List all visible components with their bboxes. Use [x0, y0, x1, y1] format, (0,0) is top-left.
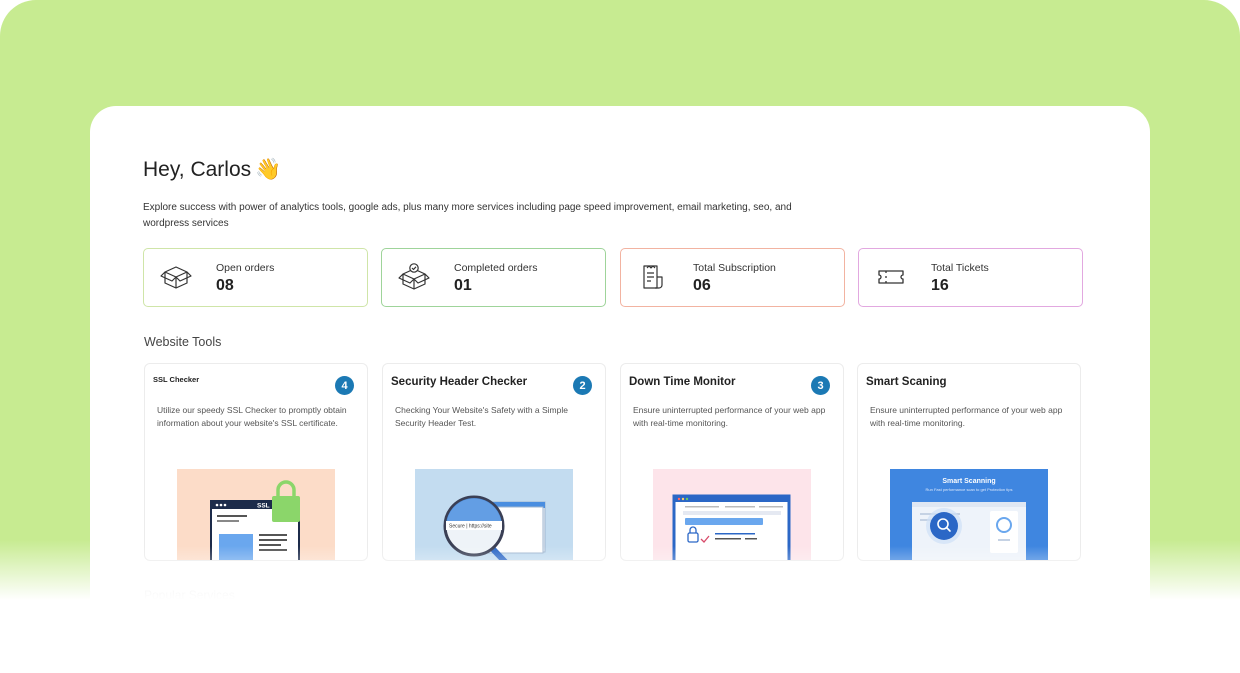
security-header-illustration: Secure | https://site [415, 469, 573, 560]
ssl-thumb-label: SSL [257, 503, 270, 510]
stat-value: 06 [693, 277, 711, 294]
stat-card-total-tickets[interactable]: Total Tickets 16 [858, 248, 1083, 307]
tool-card-smart-scaning[interactable]: Smart Scaning Ensure uninterrupted perfo… [857, 363, 1081, 561]
receipt-icon [643, 265, 663, 289]
secure-url-text: Secure | https://site [449, 524, 492, 530]
website-tools-heading: Website Tools [144, 335, 222, 349]
smart-scanning-thumb-title: Smart Scanning [942, 478, 995, 485]
intro-text: Explore success with power of analytics … [143, 202, 792, 229]
tool-card-ssl-checker[interactable]: SSL Checker 4 Utilize our speedy SSL Che… [144, 363, 368, 561]
tool-card-security-header-checker[interactable]: Security Header Checker 2 Checking Your … [382, 363, 606, 561]
smart-scanning-illustration: Smart Scanning Run Fast performance scan… [890, 469, 1048, 560]
box-check-icon [398, 263, 430, 290]
tool-title: Security Header Checker [391, 376, 528, 388]
ticket-icon [878, 270, 904, 284]
wave-icon: 👋 [255, 158, 282, 181]
stat-value: 08 [216, 277, 234, 294]
tool-card-down-time-monitor[interactable]: Down Time Monitor 3 Ensure uninterrupted… [620, 363, 844, 561]
greeting-heading: Hey, Carlos 👋 [143, 158, 281, 182]
dashboard-panel: Hey, Carlos 👋 Explore success with power … [90, 106, 1150, 606]
stat-value: 16 [931, 277, 949, 294]
box-icon [160, 266, 192, 289]
tool-description: Ensure uninterrupted performance of your… [870, 405, 1063, 428]
stat-value: 01 [454, 277, 472, 294]
downtime-illustration [653, 469, 811, 560]
greeting-text: Hey, Carlos [143, 158, 252, 181]
tool-badge: 4 [335, 376, 354, 395]
tool-badge: 2 [573, 376, 592, 395]
stat-label: Open orders [216, 262, 275, 274]
popular-services-heading: Popular Services [144, 588, 235, 602]
tool-title: Down Time Monitor [629, 376, 736, 388]
stat-card-open-orders[interactable]: Open orders 08 [143, 248, 368, 307]
stat-label: Completed orders [454, 262, 538, 274]
smart-scanning-thumb-subtitle: Run Fast performance scan to get Protect… [926, 487, 1013, 492]
tool-description: Utilize our speedy SSL Checker to prompt… [157, 405, 347, 428]
ssl-illustration: SSL [177, 469, 335, 560]
tool-description: Ensure uninterrupted performance of your… [633, 405, 826, 428]
tool-description: Checking Your Website's Safety with a Si… [395, 405, 568, 428]
tool-title: Smart Scaning [866, 376, 947, 388]
stat-card-total-subscription[interactable]: Total Subscription 06 [620, 248, 845, 307]
stat-label: Total Tickets [931, 262, 989, 274]
tool-title: SSL Checker [153, 375, 200, 384]
tool-badge: 3 [811, 376, 830, 395]
stat-label: Total Subscription [693, 262, 776, 274]
stat-card-completed-orders[interactable]: Completed orders 01 [381, 248, 606, 307]
